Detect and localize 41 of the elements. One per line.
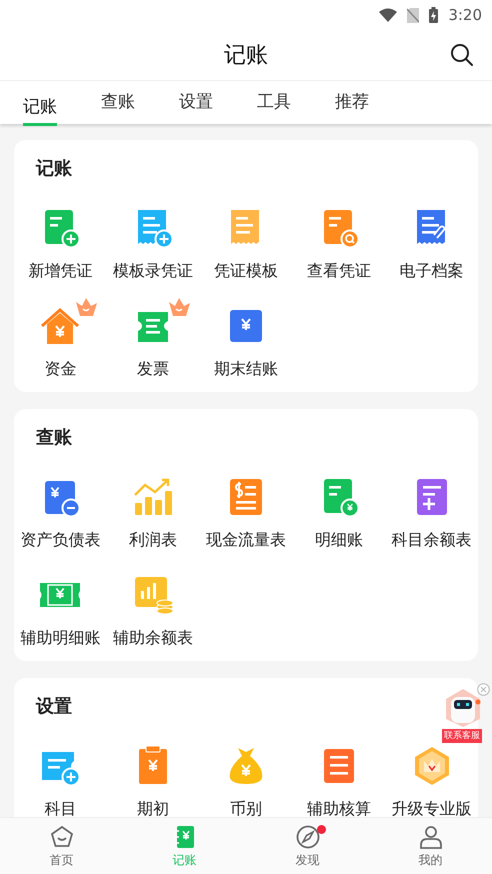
item-label[interactable]: 币别 — [230, 798, 262, 817]
item-label[interactable]: 资金 — [44, 358, 76, 380]
section-title: 设置 — [34, 695, 72, 719]
item-label[interactable]: 利润表 — [129, 529, 178, 551]
item-label[interactable]: 明细账 — [314, 529, 363, 551]
tab[interactable]: 工具 — [257, 90, 291, 115]
tab[interactable]: 推荐 — [335, 90, 369, 115]
item-label[interactable]: 凭证模板 — [214, 260, 278, 282]
item-label[interactable]: 辅助核算 — [306, 798, 371, 817]
profile-icon — [418, 825, 442, 849]
section-title: 查账 — [34, 426, 72, 450]
item-label[interactable]: 新增凭证 — [28, 260, 92, 282]
nav-tab[interactable]: 首页 — [42, 821, 82, 871]
item-label[interactable]: 升级专业版 — [392, 798, 472, 817]
item-label[interactable]: 模板录凭证 — [113, 260, 194, 282]
home-icon — [50, 825, 74, 849]
section-title: 记账 — [34, 157, 72, 181]
item-label[interactable]: 辅助余额表 — [113, 627, 194, 649]
item-label[interactable]: 电子档案 — [400, 260, 464, 282]
item-label[interactable]: 科目余额表 — [392, 529, 472, 551]
page-title: 记账 — [224, 42, 268, 70]
wifi-icon — [379, 8, 398, 22]
tab[interactable]: 设置 — [179, 90, 213, 115]
item-label[interactable]: 资产负债表 — [20, 529, 100, 551]
item-label[interactable]: 期末结账 — [214, 358, 278, 380]
tab[interactable]: 查账 — [101, 90, 135, 115]
nav-tab[interactable]: 我的 — [410, 821, 450, 871]
nav-tab[interactable]: 发现 — [288, 821, 328, 871]
close-icon[interactable] — [477, 683, 490, 696]
item-label[interactable]: 辅助明细账 — [20, 627, 100, 649]
item-label[interactable]: 查看凭证 — [306, 260, 371, 282]
search-icon[interactable] — [450, 43, 474, 67]
item-label[interactable]: 发票 — [137, 358, 170, 380]
battery-charging-icon — [429, 7, 438, 23]
item-label[interactable]: 科目 — [44, 798, 76, 817]
compass-icon — [296, 825, 320, 849]
item-label[interactable]: 期初 — [137, 798, 170, 817]
item-label[interactable]: 现金流量表 — [206, 529, 286, 551]
support-label[interactable]: 联系客服 — [442, 729, 482, 743]
clock-time: 3:20 — [448, 6, 482, 24]
no-sim-icon — [407, 8, 420, 22]
